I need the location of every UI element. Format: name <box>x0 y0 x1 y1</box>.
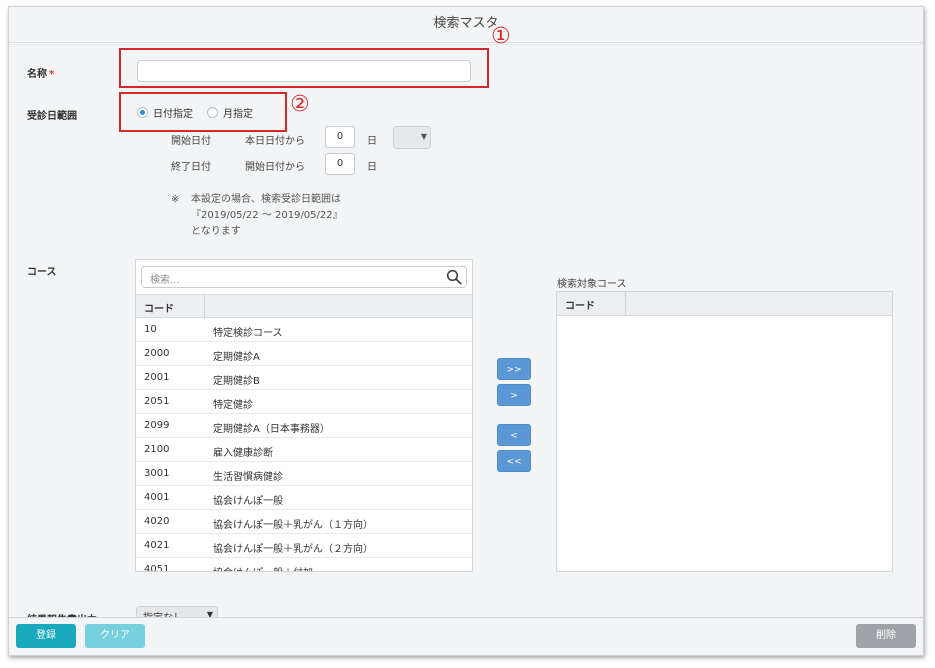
chevron-down-icon: ▼ <box>420 132 427 141</box>
target-column-header-code: コード <box>565 301 595 312</box>
table-row[interactable]: 4001 協会けんぽ一般 <box>136 486 472 510</box>
course-table-header: コード <box>136 294 472 319</box>
row-name: 生活習慣病健診 <box>213 472 283 483</box>
start-unit-select[interactable]: ▼ <box>393 126 431 149</box>
name-label-text: 名称 <box>27 69 47 80</box>
annotation-box-1 <box>119 48 489 88</box>
note-line: 本設定の場合、検索受診日範囲は <box>191 194 341 205</box>
search-icon[interactable] <box>446 269 462 285</box>
row-code: 2051 <box>144 396 170 407</box>
course-search-input[interactable]: 検索... <box>141 266 467 288</box>
footer-bar: 登録 クリア 削除 <box>9 617 923 655</box>
window-title: 検索マスタ <box>9 7 923 45</box>
target-table-header: コード <box>557 292 892 316</box>
note-line: 『2019/05/22 〜 2019/05/22』 <box>191 210 343 221</box>
register-button[interactable]: 登録 <box>16 624 76 648</box>
course-label: コース <box>27 267 57 278</box>
annotation-callout-2: ② <box>290 92 310 117</box>
start-date-label: 開始日付 <box>171 136 211 147</box>
start-unit: 日 <box>367 136 377 147</box>
row-name: 定期健診A <box>213 352 260 363</box>
add-all-button[interactable]: >> <box>497 358 531 380</box>
note-line: となります <box>191 226 241 237</box>
date-range-label: 受診日範囲 <box>27 111 77 122</box>
end-date-label: 終了日付 <box>171 162 211 173</box>
name-label: 名称 * <box>27 65 54 80</box>
table-row[interactable]: 4020 協会けんぽ一般＋乳がん（１方向） <box>136 510 472 534</box>
row-name: 協会けんぽ一般＋乳がん（２方向） <box>213 544 373 555</box>
end-date-basis: 開始日付から <box>245 162 305 173</box>
table-row[interactable]: 2051 特定健診 <box>136 390 472 414</box>
course-table-body: 10 特定検診コース 2000 定期健診A 2001 定期健診B 2051 特定健診 2… <box>136 318 472 572</box>
row-name: 定期健診B <box>213 376 260 387</box>
add-selected-button[interactable]: > <box>497 384 531 406</box>
table-row[interactable]: 10 特定検診コース <box>136 318 472 342</box>
delete-button[interactable]: 削除 <box>856 624 916 648</box>
end-unit: 日 <box>367 162 377 173</box>
note-mark: ※ <box>171 194 180 205</box>
row-name: 協会けんぽ一般 <box>213 496 283 507</box>
row-code: 4020 <box>144 516 170 527</box>
row-code: 3001 <box>144 468 170 479</box>
table-row[interactable]: 4021 協会けんぽ一般＋乳がん（２方向） <box>136 534 472 558</box>
clear-button[interactable]: クリア <box>85 624 145 648</box>
annotation-box-2 <box>119 92 287 132</box>
row-name: 協会けんぽ一般＋乳がん（１方向） <box>213 520 373 531</box>
table-row[interactable]: 2100 雇入健康診断 <box>136 438 472 462</box>
table-row[interactable]: 4051 協会けんぽ一般＋付加 <box>136 558 472 572</box>
table-row[interactable]: 2099 定期健診A（日本事務器） <box>136 414 472 438</box>
column-header-code: コード <box>144 304 174 315</box>
row-name: 協会けんぽ一般＋付加 <box>213 564 313 571</box>
row-code: 10 <box>144 324 157 335</box>
date-range-note: ※ 本設定の場合、検索受診日範囲は 『2019/05/22 〜 2019/05/… <box>171 192 343 240</box>
table-row[interactable]: 3001 生活習慣病健診 <box>136 462 472 486</box>
course-list-panel: 検索... コード 10 特定検診コース 2000 定期健診A 2001 定期健診B … <box>135 259 473 572</box>
required-mark: * <box>49 69 55 80</box>
table-row[interactable]: 2001 定期健診B <box>136 366 472 390</box>
remove-all-button[interactable]: << <box>497 450 531 472</box>
row-code: 4051 <box>144 564 170 572</box>
row-code: 4001 <box>144 492 170 503</box>
annotation-callout-1: ① <box>491 24 511 49</box>
row-code: 2100 <box>144 444 170 455</box>
row-name: 定期健診A（日本事務器） <box>213 424 330 435</box>
start-offset-input[interactable]: 0 <box>325 126 355 148</box>
search-placeholder: 検索... <box>150 275 180 286</box>
row-code: 4021 <box>144 540 170 551</box>
remove-selected-button[interactable]: < <box>497 424 531 446</box>
column-divider <box>625 292 626 316</box>
row-code: 2001 <box>144 372 170 383</box>
column-divider <box>204 295 205 319</box>
target-course-title: 検索対象コース <box>557 279 627 290</box>
row-code: 2000 <box>144 348 170 359</box>
target-course-panel: コード <box>556 291 893 572</box>
start-date-basis: 本日日付から <box>245 136 305 147</box>
end-offset-input[interactable]: 0 <box>325 153 355 175</box>
row-name: 特定健診 <box>213 400 253 411</box>
table-row[interactable]: 2000 定期健診A <box>136 342 472 366</box>
row-name: 雇入健康診断 <box>213 448 273 459</box>
row-name: 特定検診コース <box>213 328 283 339</box>
row-code: 2099 <box>144 420 170 431</box>
